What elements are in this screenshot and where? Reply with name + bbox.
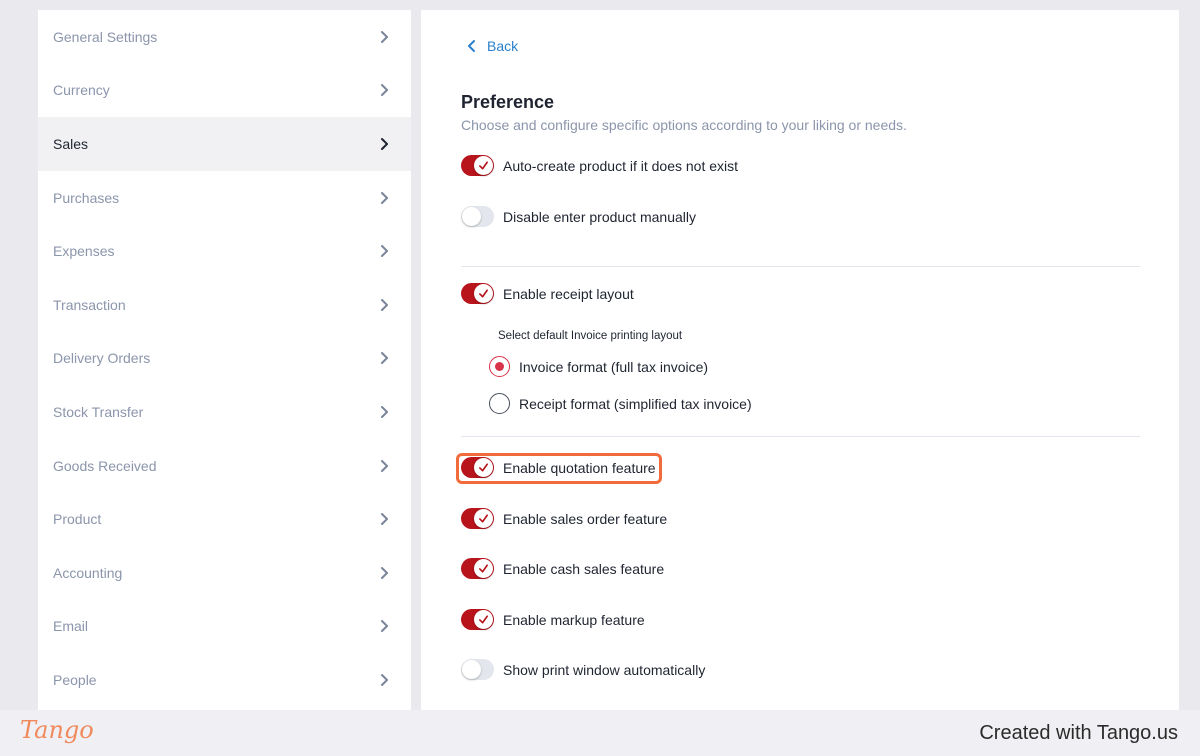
toggle-label: Show print window automatically [503, 661, 706, 678]
toggle-knob [474, 284, 493, 303]
radio-invoice-format[interactable]: Invoice format (full tax invoice) [489, 356, 708, 377]
toggle-label: Enable markup feature [503, 611, 645, 628]
chevron-right-icon [381, 673, 388, 686]
chevron-right-icon [381, 84, 388, 97]
receipt-layout-toggle[interactable] [461, 283, 494, 304]
auto-create-product-toggle[interactable] [461, 155, 494, 176]
check-icon [479, 564, 488, 573]
chevron-right-icon [381, 30, 388, 43]
markup-feature-toggle[interactable] [461, 609, 494, 630]
chevron-right-icon [381, 191, 388, 204]
sidebar-item-general-settings[interactable]: General Settings [38, 10, 411, 64]
sidebar-item-transaction[interactable]: Transaction [38, 278, 411, 332]
toggle-label: Auto-create product if it does not exist [503, 157, 739, 174]
section-divider [461, 266, 1140, 267]
disable-enter-product-toggle[interactable] [461, 206, 494, 227]
setting-show-print-window: Show print window automatically [461, 659, 705, 680]
chevron-right-icon [381, 620, 388, 633]
page-subtitle: Choose and configure specific options ac… [461, 117, 907, 133]
sidebar-item-label: Delivery Orders [53, 350, 151, 367]
toggle-knob [474, 509, 493, 528]
cash-sales-feature-toggle[interactable] [461, 558, 494, 579]
sidebar-item-stock-transfer[interactable]: Stock Transfer [38, 385, 411, 439]
chevron-right-icon [381, 513, 388, 526]
chevron-right-icon [381, 298, 388, 311]
chevron-left-icon [468, 40, 475, 52]
check-icon [479, 615, 488, 624]
sidebar-item-delivery-orders[interactable]: Delivery Orders [38, 332, 411, 386]
toggle-label: Enable cash sales feature [503, 560, 665, 577]
sidebar-item-label: Stock Transfer [53, 403, 144, 420]
toggle-knob [474, 156, 493, 175]
toggle-label: Enable receipt layout [503, 285, 634, 302]
settings-sidebar: General Settings Currency Sales Purchase… [38, 10, 411, 710]
tango-footer: Tango Created with Tango.us [0, 710, 1200, 756]
invoice-layout-label: Select default Invoice printing layout [498, 330, 683, 342]
chevron-right-icon [381, 137, 388, 150]
tango-logo: Tango [20, 716, 94, 744]
sidebar-item-goods-received[interactable]: Goods Received [38, 439, 411, 493]
back-label: Back [487, 38, 519, 54]
setting-enable-receipt-layout: Enable receipt layout [461, 283, 634, 304]
setting-auto-create-product: Auto-create product if it does not exist [461, 155, 738, 176]
sales-order-feature-toggle[interactable] [461, 508, 494, 529]
sidebar-item-label: Sales [53, 135, 89, 152]
click-highlight [456, 453, 662, 484]
section-divider [461, 436, 1140, 437]
show-print-window-toggle[interactable] [461, 659, 494, 680]
setting-enable-sales-order: Enable sales order feature [461, 508, 667, 529]
toggle-label: Enable sales order feature [503, 510, 668, 527]
sidebar-item-label: Product [53, 511, 102, 528]
toggle-knob [474, 610, 493, 629]
setting-enable-markup: Enable markup feature [461, 609, 645, 630]
chevron-right-icon [381, 566, 388, 579]
back-link[interactable]: Back [467, 38, 518, 54]
sidebar-item-sales[interactable]: Sales [38, 117, 411, 171]
sidebar-item-purchases[interactable]: Purchases [38, 171, 411, 225]
page-title: Preference [461, 92, 555, 112]
sidebar-item-people[interactable]: People [38, 653, 411, 707]
radio-button[interactable] [489, 393, 510, 414]
setting-enable-cash-sales: Enable cash sales feature [461, 558, 664, 579]
check-icon [479, 514, 488, 523]
sidebar-item-label: Accounting [53, 564, 123, 581]
setting-disable-enter-product-manually: Disable enter product manually [461, 206, 696, 227]
sidebar-item-currency[interactable]: Currency [38, 64, 411, 118]
sidebar-item-label: Email [53, 618, 89, 635]
sidebar-item-label: Currency [53, 82, 110, 99]
chevron-right-icon [381, 405, 388, 418]
toggle-knob [474, 559, 493, 578]
sidebar-item-email[interactable]: Email [38, 600, 411, 654]
radio-label: Receipt format (simplified tax invoice) [519, 395, 752, 412]
sidebar-item-product[interactable]: Product [38, 492, 411, 546]
radio-receipt-format[interactable]: Receipt format (simplified tax invoice) [489, 393, 752, 414]
preference-panel: Back Preference Choose and configure spe… [421, 10, 1179, 710]
sidebar-item-label: Goods Received [53, 457, 157, 474]
check-icon [479, 289, 488, 298]
sidebar-item-expenses[interactable]: Expenses [38, 224, 411, 278]
chevron-right-icon [381, 352, 388, 365]
chevron-right-icon [381, 245, 388, 258]
sidebar-item-label: General Settings [53, 28, 158, 45]
sidebar-item-accounting[interactable]: Accounting [38, 546, 411, 600]
sidebar-item-label: Purchases [53, 189, 120, 206]
toggle-knob [462, 207, 481, 226]
toggle-label: Disable enter product manually [503, 208, 696, 225]
toggle-knob [462, 660, 481, 679]
sidebar-item-label: Transaction [53, 296, 126, 313]
created-with-credit: Created with Tango.us [979, 722, 1178, 744]
check-icon [479, 161, 488, 170]
sidebar-item-label: People [53, 671, 97, 688]
radio-button[interactable] [489, 356, 510, 377]
sidebar-item-label: Expenses [53, 243, 115, 260]
radio-label: Invoice format (full tax invoice) [519, 358, 709, 375]
chevron-right-icon [381, 459, 388, 472]
